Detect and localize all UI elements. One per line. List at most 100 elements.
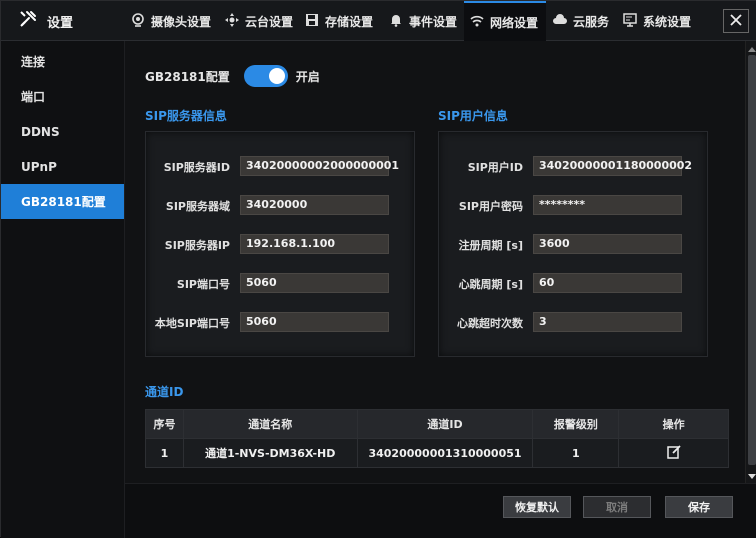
- field-label: 注册周期 [s]: [458, 239, 523, 252]
- sidebar: 连接 端口 DDNS UPnP GB28181配置: [1, 41, 125, 538]
- tab-label: 网络设置: [490, 15, 539, 30]
- sip-user-id-field: SIP用户ID 34020000001180000002: [439, 156, 707, 178]
- sidebar-item-label: 端口: [21, 90, 46, 104]
- restore-default-button[interactable]: 恢复默认: [503, 496, 571, 518]
- settings-window: 设置 摄像头设置 云台设置 存储设置 事件设置 网络设置 云服务 系统设置 连接…: [0, 0, 756, 538]
- app-title-text: 设置: [47, 15, 74, 31]
- channel-id-title: 通道ID: [145, 385, 184, 399]
- row-channel-name: 通道1-NVS-DM36X-HD: [182, 438, 358, 468]
- sip-server-ip-input[interactable]: 192.168.1.100: [240, 234, 389, 254]
- sip-server-id-input[interactable]: 34020000002000000001: [240, 156, 399, 176]
- table-header-row: 序号 通道名称 通道ID 报警级别 操作: [145, 409, 729, 439]
- tab-ptz[interactable]: 云台设置: [219, 1, 299, 41]
- top-bar: 设置 摄像头设置 云台设置 存储设置 事件设置 网络设置 云服务 系统设置: [1, 1, 756, 41]
- field-label: SIP服务器ID: [163, 161, 230, 174]
- sip-port-input[interactable]: 5060: [240, 273, 389, 293]
- storage-icon: [305, 13, 319, 30]
- sip-server-domain-input[interactable]: 34020000: [240, 195, 389, 215]
- camera-icon: [131, 12, 145, 30]
- cancel-button[interactable]: 取消: [583, 496, 651, 518]
- tab-camera[interactable]: 摄像头设置: [125, 1, 217, 41]
- sip-server-panel: SIP服务器ID 34020000002000000001 SIP服务器域 34…: [145, 131, 415, 357]
- field-label: SIP服务器域: [165, 200, 230, 213]
- tab-label: 摄像头设置: [151, 14, 212, 29]
- wifi-icon: [470, 14, 484, 31]
- field-label: SIP用户ID: [467, 161, 523, 174]
- sidebar-item-gb28181[interactable]: GB28181配置: [1, 184, 124, 219]
- sidebar-item-connection[interactable]: 连接: [1, 44, 124, 79]
- bell-icon: [389, 13, 403, 30]
- field-label: 本地SIP端口号: [154, 317, 230, 330]
- tab-cloud[interactable]: 云服务: [547, 1, 615, 41]
- local-sip-port-field: 本地SIP端口号 5060: [146, 312, 414, 334]
- close-button[interactable]: [723, 9, 749, 33]
- tab-system[interactable]: 系统设置: [617, 1, 697, 41]
- sip-server-title: SIP服务器信息: [145, 109, 227, 123]
- scroll-down-arrow-icon[interactable]: [748, 471, 756, 479]
- row-channel-id: 34020000001310000051: [356, 438, 534, 468]
- sidebar-item-label: UPnP: [21, 159, 57, 174]
- gb28181-toggle[interactable]: [243, 65, 288, 87]
- sip-user-id-input[interactable]: 34020000001180000002: [533, 156, 692, 176]
- gb28181-state-label: 开启: [295, 69, 320, 84]
- local-sip-port-input[interactable]: 5060: [240, 312, 389, 332]
- heartbeat-timeout-field: 心跳超时次数 3: [439, 312, 707, 334]
- sip-port-field: SIP端口号 5060: [146, 273, 414, 295]
- register-period-field: 注册周期 [s] 3600: [439, 234, 707, 256]
- sidebar-item-label: GB28181配置: [21, 195, 106, 209]
- sip-user-password-field: SIP用户密码 ********: [439, 195, 707, 217]
- save-button[interactable]: 保存: [665, 496, 733, 518]
- wrench-screwdriver-icon: [19, 10, 37, 32]
- tab-event[interactable]: 事件设置: [383, 1, 463, 41]
- monitor-icon: [623, 12, 637, 30]
- sip-server-ip-field: SIP服务器IP 192.168.1.100: [146, 234, 414, 256]
- footer-bar: 恢复默认 取消 保存: [125, 483, 756, 538]
- heartbeat-period-field: 心跳周期 [s] 60: [439, 273, 707, 295]
- cloud-icon: [553, 13, 567, 30]
- row-index: 1: [145, 438, 184, 468]
- field-label: SIP服务器IP: [164, 239, 230, 252]
- ptz-icon: [225, 12, 239, 30]
- channel-table: 序号 通道名称 通道ID 报警级别 操作 1 通道1-NVS-DM36X-HD …: [145, 409, 729, 468]
- sip-server-domain-field: SIP服务器域 34020000: [146, 195, 414, 217]
- field-label: 心跳周期 [s]: [458, 278, 523, 291]
- heartbeat-period-input[interactable]: 60: [533, 273, 682, 293]
- field-label: SIP用户密码: [458, 200, 523, 213]
- tab-label: 事件设置: [409, 14, 458, 29]
- sip-user-password-input[interactable]: ********: [533, 195, 682, 215]
- heartbeat-timeout-input[interactable]: 3: [533, 312, 682, 332]
- sip-server-id-field: SIP服务器ID 34020000002000000001: [146, 156, 414, 178]
- column-header-action: 操作: [618, 409, 729, 439]
- column-header-index: 序号: [145, 409, 184, 439]
- register-period-input[interactable]: 3600: [533, 234, 682, 254]
- edit-icon[interactable]: [666, 444, 681, 462]
- tab-network[interactable]: 网络设置: [464, 1, 546, 41]
- sidebar-item-ddns[interactable]: DDNS: [1, 114, 124, 149]
- sip-user-title: SIP用户信息: [438, 109, 508, 123]
- gb28181-label: GB28181配置: [145, 69, 230, 84]
- sidebar-item-port[interactable]: 端口: [1, 79, 124, 114]
- tab-label: 云台设置: [245, 14, 294, 29]
- row-action-cell: [618, 438, 729, 468]
- sidebar-item-upnp[interactable]: UPnP: [1, 149, 124, 184]
- scroll-thumb[interactable]: [748, 55, 756, 465]
- sip-user-panel: SIP用户ID 34020000001180000002 SIP用户密码 ***…: [438, 131, 708, 357]
- tab-label: 系统设置: [643, 14, 692, 29]
- main-content: GB28181配置 开启 SIP服务器信息 SIP用户信息 SIP服务器ID 3…: [125, 41, 745, 483]
- sidebar-item-label: DDNS: [21, 124, 60, 139]
- sidebar-item-label: 连接: [21, 55, 46, 69]
- tab-label: 云服务: [573, 14, 610, 29]
- scroll-up-arrow-icon[interactable]: [748, 43, 756, 52]
- tab-label: 存储设置: [325, 14, 374, 29]
- row-alarm-level: 1: [532, 438, 620, 468]
- vertical-scrollbar[interactable]: [745, 41, 756, 483]
- tab-storage[interactable]: 存储设置: [299, 1, 379, 41]
- column-header-name: 通道名称: [182, 409, 358, 439]
- field-label: 心跳超时次数: [457, 317, 523, 330]
- column-header-id: 通道ID: [356, 409, 534, 439]
- toggle-knob: [268, 68, 285, 84]
- gb28181-toggle-row: GB28181配置 开启: [145, 65, 320, 87]
- table-row: 1 通道1-NVS-DM36X-HD 34020000001310000051 …: [145, 438, 729, 468]
- close-icon: [729, 13, 743, 30]
- column-header-alarm-level: 报警级别: [532, 409, 620, 439]
